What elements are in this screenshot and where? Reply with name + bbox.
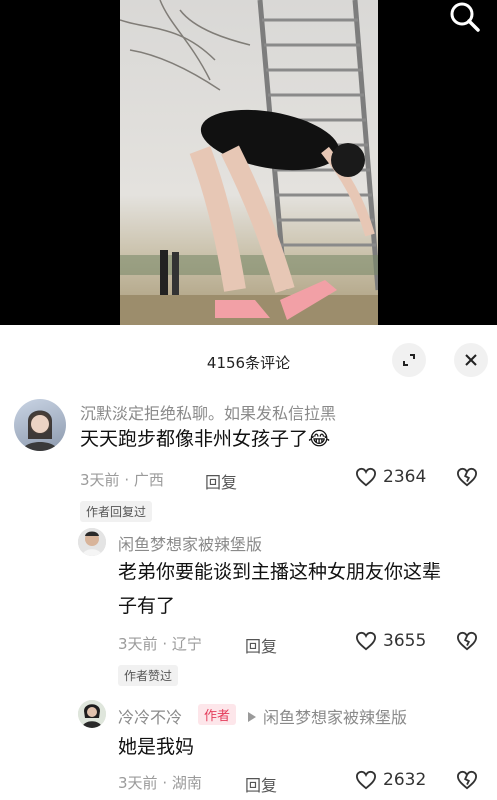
like-count: 2632 (383, 770, 427, 790)
reply-button[interactable]: 回复 (205, 469, 237, 493)
triangle-right-icon (248, 712, 256, 722)
reply-username[interactable]: 冷冷不冷 (118, 704, 182, 728)
close-icon (465, 354, 477, 366)
reply-time: 3天前 (118, 774, 158, 792)
avatar[interactable] (78, 528, 106, 556)
reply-meta: 3天前 · 辽宁 (118, 633, 202, 654)
reply-location: · 辽宁 (162, 635, 202, 653)
author-replied-badge: 作者回复过 (80, 501, 153, 522)
search-button[interactable] (447, 0, 483, 36)
broken-heart-icon (456, 631, 478, 651)
heart-icon (355, 631, 377, 651)
like-button[interactable]: 2632 (355, 770, 426, 790)
author-liked-badge: 作者赞过 (118, 665, 179, 686)
comment-meta: 3天前 · 广西 (80, 469, 164, 490)
avatar[interactable] (78, 700, 106, 728)
video-player[interactable] (0, 0, 497, 325)
author-tag: 作者 (198, 704, 237, 725)
avatar-image (22, 410, 58, 451)
reply-text: 她是我妈 (118, 736, 195, 758)
comment-text: 天天跑步都像非州女孩子了😂 (80, 422, 330, 456)
heart-icon (355, 770, 377, 790)
close-button[interactable] (454, 343, 488, 377)
avatar-image (78, 528, 106, 556)
search-icon (450, 2, 480, 32)
reply-button[interactable]: 回复 (245, 772, 277, 796)
comment-time: 3天前 (80, 471, 120, 489)
laugh-emoji-icon: 😂 (308, 428, 331, 450)
reply-text-line2: 子有了 (118, 595, 176, 617)
dislike-button[interactable] (456, 631, 478, 655)
like-count: 2364 (383, 467, 427, 487)
reply-text: 老弟你要能谈到主播这种女朋友你这辈 (118, 561, 442, 583)
broken-heart-icon (456, 770, 478, 790)
heart-icon (355, 467, 377, 487)
reply-location: · 湖南 (162, 774, 202, 792)
reply-time: 3天前 (118, 635, 158, 653)
dislike-button[interactable] (456, 770, 478, 794)
comment-item: 沉默淡定拒绝私聊。如果发私信拉黑 天天跑步都像非州女孩子了😂 3天前 · 广西 … (0, 395, 497, 525)
avatar[interactable] (14, 399, 66, 451)
reply-username[interactable]: 闲鱼梦想家被辣堡版 (118, 531, 262, 555)
reply-meta: 3天前 · 湖南 (118, 772, 202, 793)
expand-icon (403, 354, 415, 366)
reply-button[interactable]: 回复 (245, 633, 277, 657)
comment-location: · 广西 (124, 471, 164, 489)
comment-username[interactable]: 沉默淡定拒绝私聊。如果发私信拉黑 (80, 400, 336, 424)
reply-item: 冷冷不冷 作者 闲鱼梦想家被辣堡版 她是我妈 3天前 · 湖南 回复 2632 (0, 690, 497, 800)
comments-header: 4156条评论 (0, 325, 497, 395)
reply-item: 闲鱼梦想家被辣堡版 老弟你要能谈到主播这种女朋友你这辈 子有了 3天前 · 辽宁… (0, 525, 497, 690)
avatar-image (78, 700, 106, 728)
expand-button[interactable] (392, 343, 426, 377)
reply-to-username: 闲鱼梦想家被辣堡版 (263, 708, 408, 727)
video-frame (120, 0, 378, 325)
like-button[interactable]: 2364 (355, 467, 426, 487)
comment-text-content: 天天跑步都像非州女孩子了 (80, 428, 309, 450)
dislike-button[interactable] (456, 467, 478, 491)
reply-to[interactable]: 闲鱼梦想家被辣堡版 (247, 704, 407, 728)
like-button[interactable]: 3655 (355, 631, 426, 651)
video-scene (120, 0, 378, 325)
broken-heart-icon (456, 467, 478, 487)
like-count: 3655 (383, 631, 427, 651)
